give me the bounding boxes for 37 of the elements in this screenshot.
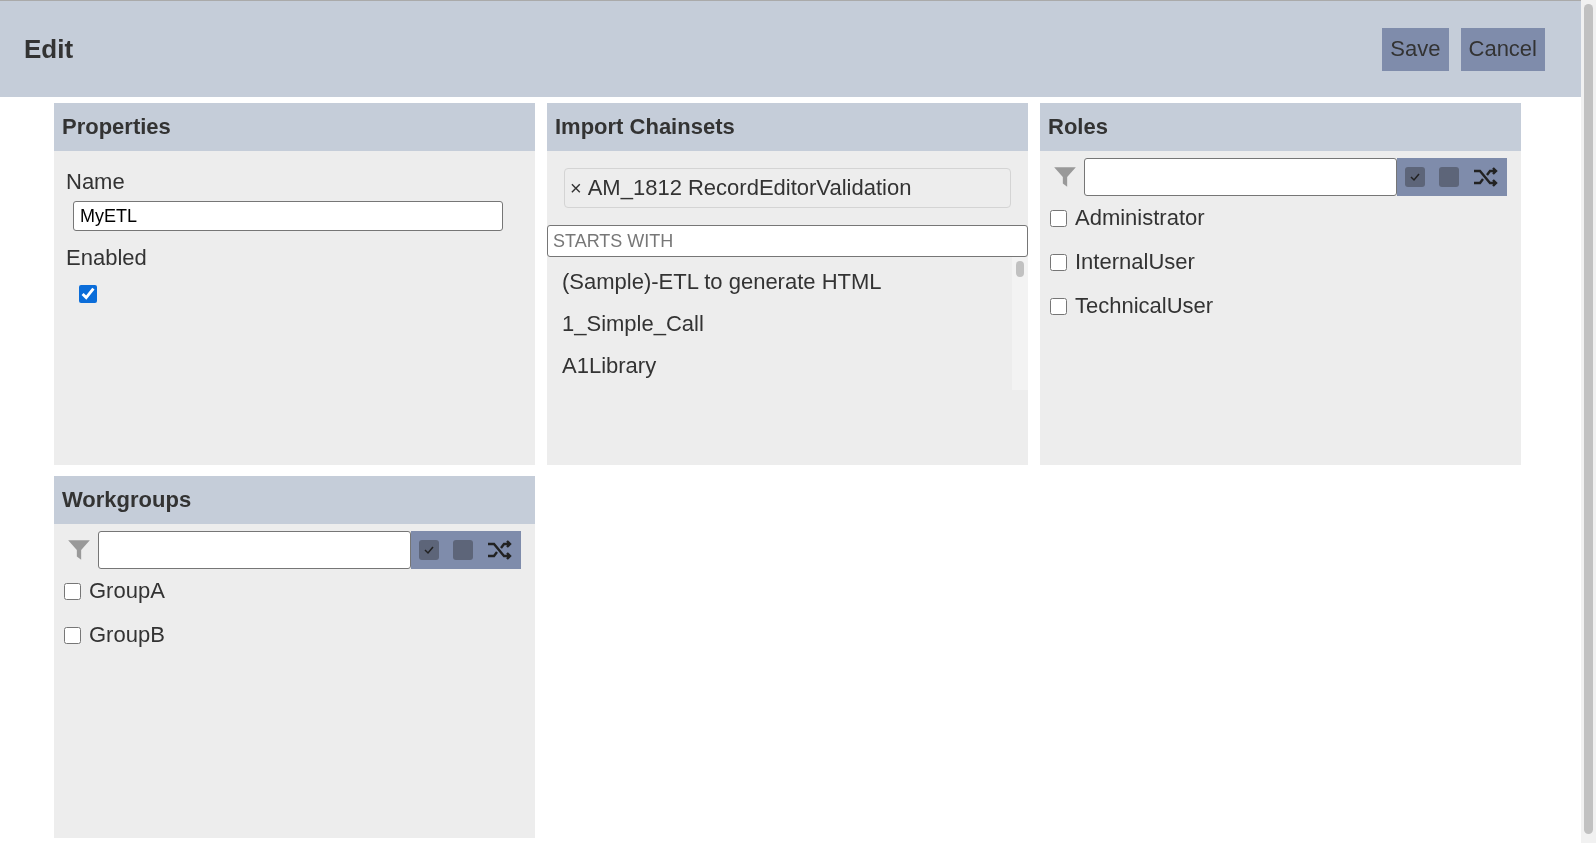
- checkbox[interactable]: [1050, 253, 1067, 271]
- field-label: Name: [66, 169, 125, 195]
- panel-title: Import Chainsets: [547, 103, 1028, 151]
- page-scrollbar[interactable]: [1581, 0, 1596, 843]
- enabled-checkbox[interactable]: [79, 285, 97, 303]
- checkbox-label: InternalUser: [1075, 249, 1195, 275]
- uncheck-all-icon[interactable]: [453, 540, 473, 560]
- tag-label: AM_1812 RecordEditorValidation: [587, 175, 912, 201]
- checkbox[interactable]: [64, 626, 81, 644]
- scrollbar[interactable]: [1012, 257, 1028, 390]
- page-title: Edit: [24, 33, 74, 65]
- chainset-option[interactable]: (Sample)-ETL to generate HTML: [562, 269, 997, 311]
- field-label: Enabled: [66, 245, 147, 271]
- checkbox[interactable]: [64, 582, 81, 600]
- chainset-option[interactable]: 1_Simple_Call: [562, 311, 997, 353]
- filter-field[interactable]: [1084, 158, 1397, 196]
- header-button[interactable]: Cancel: [1460, 27, 1545, 71]
- panel-title: Roles: [1040, 103, 1521, 151]
- chainset-option[interactable]: A1Library: [562, 353, 997, 395]
- shuffle-icon[interactable]: [487, 539, 513, 561]
- remove-icon[interactable]: ×: [570, 176, 582, 200]
- checkbox-label: Administrator: [1075, 205, 1205, 231]
- shuffle-icon[interactable]: [1473, 166, 1499, 188]
- panel-title: Workgroups: [54, 476, 535, 524]
- check-all-icon[interactable]: [419, 540, 439, 560]
- checkbox-label: GroupB: [89, 622, 165, 648]
- check-all-icon[interactable]: [1405, 167, 1425, 187]
- checkbox[interactable]: [1050, 297, 1067, 315]
- uncheck-all-icon[interactable]: [1439, 167, 1459, 187]
- checkbox-label: TechnicalUser: [1075, 293, 1214, 319]
- checkbox-label: GroupA: [89, 578, 165, 604]
- name-field[interactable]: MyETL: [73, 201, 503, 231]
- panel-title: Properties: [54, 103, 535, 151]
- checkbox[interactable]: [1050, 209, 1067, 227]
- search-field[interactable]: STARTS WITH: [547, 225, 1028, 257]
- filter-field[interactable]: [98, 531, 411, 569]
- header-button[interactable]: Save: [1382, 27, 1449, 71]
